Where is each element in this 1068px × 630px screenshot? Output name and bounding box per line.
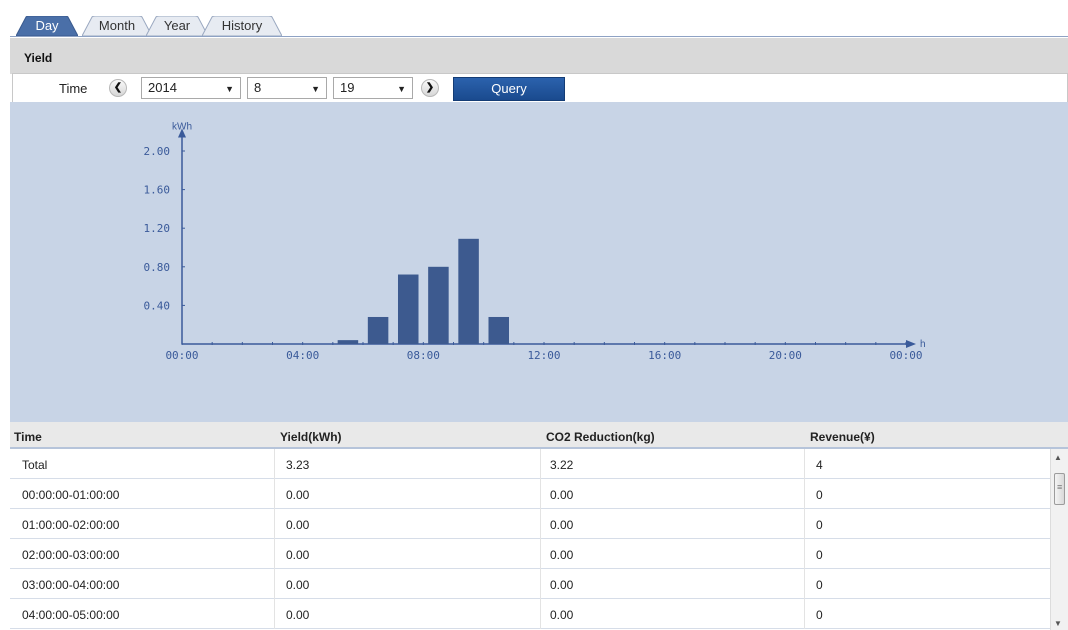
cell-revenue: 0: [816, 518, 823, 532]
cell-time: 03:00:00-04:00:00: [22, 578, 120, 592]
table-header: Time Yield(kWh) CO2 Reduction(kg) Revenu…: [10, 422, 1068, 449]
yield-section-header: Yield: [10, 38, 1068, 74]
cell-revenue: 4: [816, 458, 823, 472]
dropdown-arrow-icon: ▼: [397, 84, 406, 94]
x-axis-arrow-icon: [906, 340, 916, 348]
x-tick-label: 08:00: [407, 349, 440, 362]
cell-time: Total: [22, 458, 48, 472]
month-select-value: 8: [254, 80, 262, 95]
chart-bar: [428, 266, 449, 344]
y-tick-label: 1.20: [144, 222, 171, 235]
table-row: 00:00:00-01:00:00 0.00 0.00 0: [10, 479, 1050, 509]
section-title: Yield: [24, 51, 53, 65]
y-tick-label: 0.40: [144, 299, 171, 312]
cell-yield: 0.00: [286, 608, 310, 622]
chevron-right-icon: ❯: [425, 82, 435, 93]
chart-bar: [488, 316, 510, 344]
cell-yield: 0.00: [286, 518, 310, 532]
cell-time: 01:00:00-02:00:00: [22, 518, 120, 532]
cell-co2: 0.00: [550, 578, 574, 592]
cell-time: 04:00:00-05:00:00: [22, 608, 120, 622]
cell-revenue: 0: [816, 548, 823, 562]
column-header-co2: CO2 Reduction(kg): [546, 430, 655, 444]
scroll-up-icon[interactable]: ▲: [1054, 453, 1062, 462]
y-tick-label: 0.80: [144, 261, 171, 274]
table-row: 02:00:00-03:00:00 0.00 0.00 0: [10, 539, 1050, 569]
table-row-total: Total 3.23 3.22 4: [10, 449, 1050, 479]
cell-co2: 0.00: [550, 518, 574, 532]
tab-day-label: Day: [35, 18, 59, 33]
cell-time: 00:00:00-01:00:00: [22, 488, 120, 502]
tab-month[interactable]: Month: [82, 16, 152, 36]
table-row: 01:00:00-02:00:00 0.00 0.00 0: [10, 509, 1050, 539]
cell-co2: 0.00: [550, 548, 574, 562]
table-scrollbar[interactable]: ▲ ≡ ▼: [1050, 449, 1068, 630]
cell-revenue: 0: [816, 488, 823, 502]
chart-bar: [458, 238, 479, 344]
x-tick-label: 16:00: [648, 349, 681, 362]
prev-date-button[interactable]: ❮: [109, 79, 127, 97]
time-label: Time: [59, 81, 88, 96]
cell-yield: 0.00: [286, 488, 310, 502]
cell-yield: 0.00: [286, 548, 310, 562]
column-header-yield: Yield(kWh): [280, 430, 342, 444]
year-select[interactable]: 2014 ▼: [141, 77, 241, 99]
tab-day[interactable]: Day: [16, 16, 78, 36]
cell-revenue: 0: [816, 578, 823, 592]
table-row: 03:00:00-04:00:00 0.00 0.00 0: [10, 569, 1050, 599]
column-header-time: Time: [14, 430, 42, 444]
dropdown-arrow-icon: ▼: [225, 84, 234, 94]
x-tick-label: 00:00: [165, 349, 198, 362]
tab-month-label: Month: [98, 18, 136, 33]
cell-yield: 3.23: [286, 458, 310, 472]
chart-bar: [367, 316, 389, 344]
chart-bar: [397, 274, 419, 344]
cell-revenue: 0: [816, 608, 823, 622]
query-button[interactable]: Query: [453, 77, 565, 101]
cell-co2: 3.22: [550, 458, 574, 472]
next-date-button[interactable]: ❯: [421, 79, 439, 97]
x-tick-label: 00:00: [889, 349, 922, 362]
chevron-left-icon: ❮: [113, 82, 123, 93]
x-tick-label: 12:00: [527, 349, 560, 362]
column-header-revenue: Revenue(¥): [810, 430, 875, 444]
month-select[interactable]: 8 ▼: [247, 77, 327, 99]
time-toolbar: Time ❮ 2014 ▼ 8 ▼ 19 ▼ ❯ Query: [12, 73, 1068, 103]
tab-history-label: History: [221, 18, 263, 33]
y-tick-label: 1.60: [144, 184, 171, 197]
day-select-value: 19: [340, 80, 355, 95]
cell-co2: 0.00: [550, 608, 574, 622]
cell-co2: 0.00: [550, 488, 574, 502]
table-body: Total 3.23 3.22 4 00:00:00-01:00:00 0.00…: [10, 449, 1050, 630]
tab-bar: Day Month Year History: [10, 6, 1068, 37]
tab-history[interactable]: History: [202, 16, 282, 36]
tab-year[interactable]: Year: [146, 16, 208, 36]
yield-bar-chart: kWhh00:00 04:00 08:00 12:00 16:00 20:00 00:000…: [144, 122, 926, 362]
cell-time: 02:00:00-03:00:00: [22, 548, 120, 562]
scrollbar-thumb[interactable]: ≡: [1054, 473, 1065, 505]
cell-yield: 0.00: [286, 578, 310, 592]
day-select[interactable]: 19 ▼: [333, 77, 413, 99]
y-axis-label: kWh: [172, 122, 192, 133]
y-tick-label: 2.00: [144, 145, 171, 158]
x-tick-label: 04:00: [286, 349, 319, 362]
yield-chart: kWh h 00:00 04:00 08:00 12:00 16:00 20:00 00:00 0…: [10, 102, 1068, 422]
x-tick-label: 20:00: [769, 349, 802, 362]
table-row: 04:00:00-05:00:00 0.00 0.00 0: [10, 599, 1050, 629]
tab-year-label: Year: [163, 18, 191, 33]
chart-bar: [337, 340, 359, 344]
year-select-value: 2014: [148, 80, 177, 95]
dropdown-arrow-icon: ▼: [311, 84, 320, 94]
scroll-down-icon[interactable]: ▼: [1054, 619, 1062, 628]
